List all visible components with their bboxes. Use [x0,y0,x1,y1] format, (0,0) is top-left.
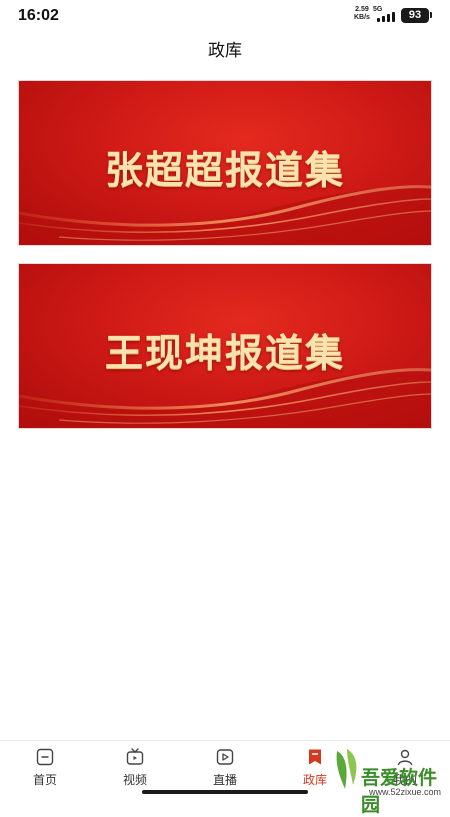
banner-title: 张超超报道集 [104,147,345,192]
page-title: 政库 [208,41,242,60]
bookmark-icon [309,749,321,765]
status-time: 16:02 [18,7,59,24]
banner-zhangchaochao[interactable]: 张超超报道集 [19,81,431,245]
status-bar: 16:02 2.59 KB/s 5G 93 [0,0,450,32]
battery-level: 93 [408,9,422,21]
network-speed-value: 2.59 [355,6,369,13]
nav-label-video: 视频 [122,773,147,787]
nav-label-home: 首页 [32,773,57,787]
site-watermark: 吾爱软件园 www.52zixue.com [333,745,450,816]
battery-tip [430,12,432,18]
battery-icon: 93 [401,8,429,23]
watermark-logo-icon [336,749,357,789]
network-speed: 2.59 KB/s [354,6,370,22]
network-speed-unit: KB/s [354,14,370,21]
home-indicator[interactable] [142,790,308,794]
banner-wangxiankun[interactable]: 王现坤报道集 [19,264,431,428]
nav-item-live[interactable]: 直播 [190,747,260,788]
banner-title: 王现坤报道集 [104,330,345,375]
watermark-url: www.52zixue.com [369,787,442,797]
nav-label-live: 直播 [212,773,237,787]
signal-icon [375,12,397,22]
home-icon [36,748,54,766]
nav-item-video[interactable]: 视频 [100,747,170,788]
nav-item-home[interactable]: 首页 [10,747,80,788]
play-icon [216,749,234,765]
tv-icon [126,748,144,765]
